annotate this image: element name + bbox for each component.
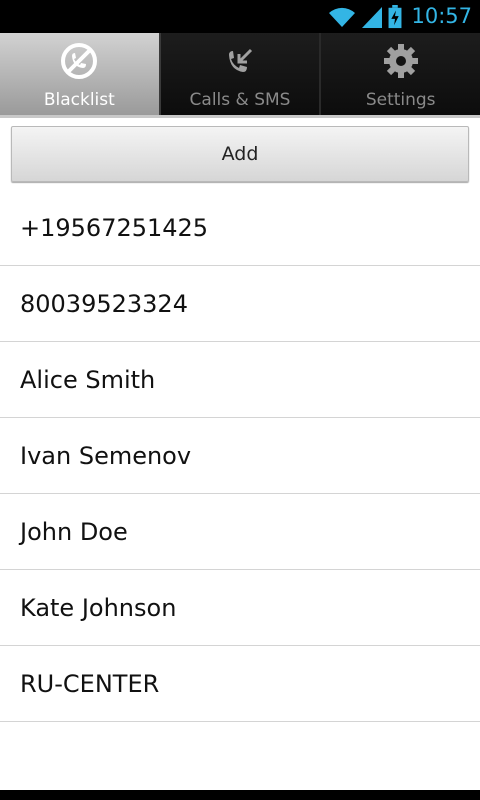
list-item[interactable]: +19567251425 [0, 190, 480, 266]
contact-label: 80039523324 [20, 289, 188, 318]
status-bar: 10:57 [0, 0, 480, 33]
tab-label: Settings [365, 90, 436, 110]
tab-label: Calls & SMS [189, 90, 291, 110]
add-button[interactable]: Add [11, 126, 469, 182]
contact-label: John Doe [20, 517, 128, 546]
signal-icon [362, 6, 383, 28]
tab-calls-sms[interactable]: Calls & SMS [160, 33, 322, 115]
tab-settings[interactable]: Settings [321, 33, 480, 115]
contact-label: Alice Smith [20, 365, 156, 394]
tab-divider [0, 115, 480, 118]
blacklist-list: +19567251425 80039523324 Alice Smith Iva… [0, 190, 480, 722]
bottom-bar [0, 790, 480, 800]
app-screen: 10:57 Blacklist Calls & SMS Settings Add… [0, 0, 480, 800]
list-item[interactable]: Ivan Semenov [0, 418, 480, 494]
wifi-icon [329, 7, 356, 27]
gear-icon [383, 44, 418, 78]
add-button-label: Add [221, 143, 259, 165]
status-time: 10:57 [411, 4, 472, 28]
tab-label: Blacklist [43, 90, 115, 110]
list-item[interactable]: Alice Smith [0, 342, 480, 418]
tab-bar: Blacklist Calls & SMS Settings [0, 33, 480, 115]
battery-charging-icon [389, 4, 402, 28]
blocked-call-icon [61, 43, 98, 79]
list-item[interactable]: 80039523324 [0, 266, 480, 342]
list-item[interactable]: RU-CENTER [0, 646, 480, 722]
tab-blacklist[interactable]: Blacklist [0, 33, 161, 115]
list-item[interactable]: John Doe [0, 494, 480, 570]
list-item[interactable]: Kate Johnson [0, 570, 480, 646]
incoming-call-icon [229, 48, 253, 72]
contact-label: +19567251425 [20, 213, 209, 242]
contact-label: Kate Johnson [20, 593, 177, 622]
contact-label: RU-CENTER [20, 669, 160, 698]
contact-label: Ivan Semenov [20, 441, 192, 470]
